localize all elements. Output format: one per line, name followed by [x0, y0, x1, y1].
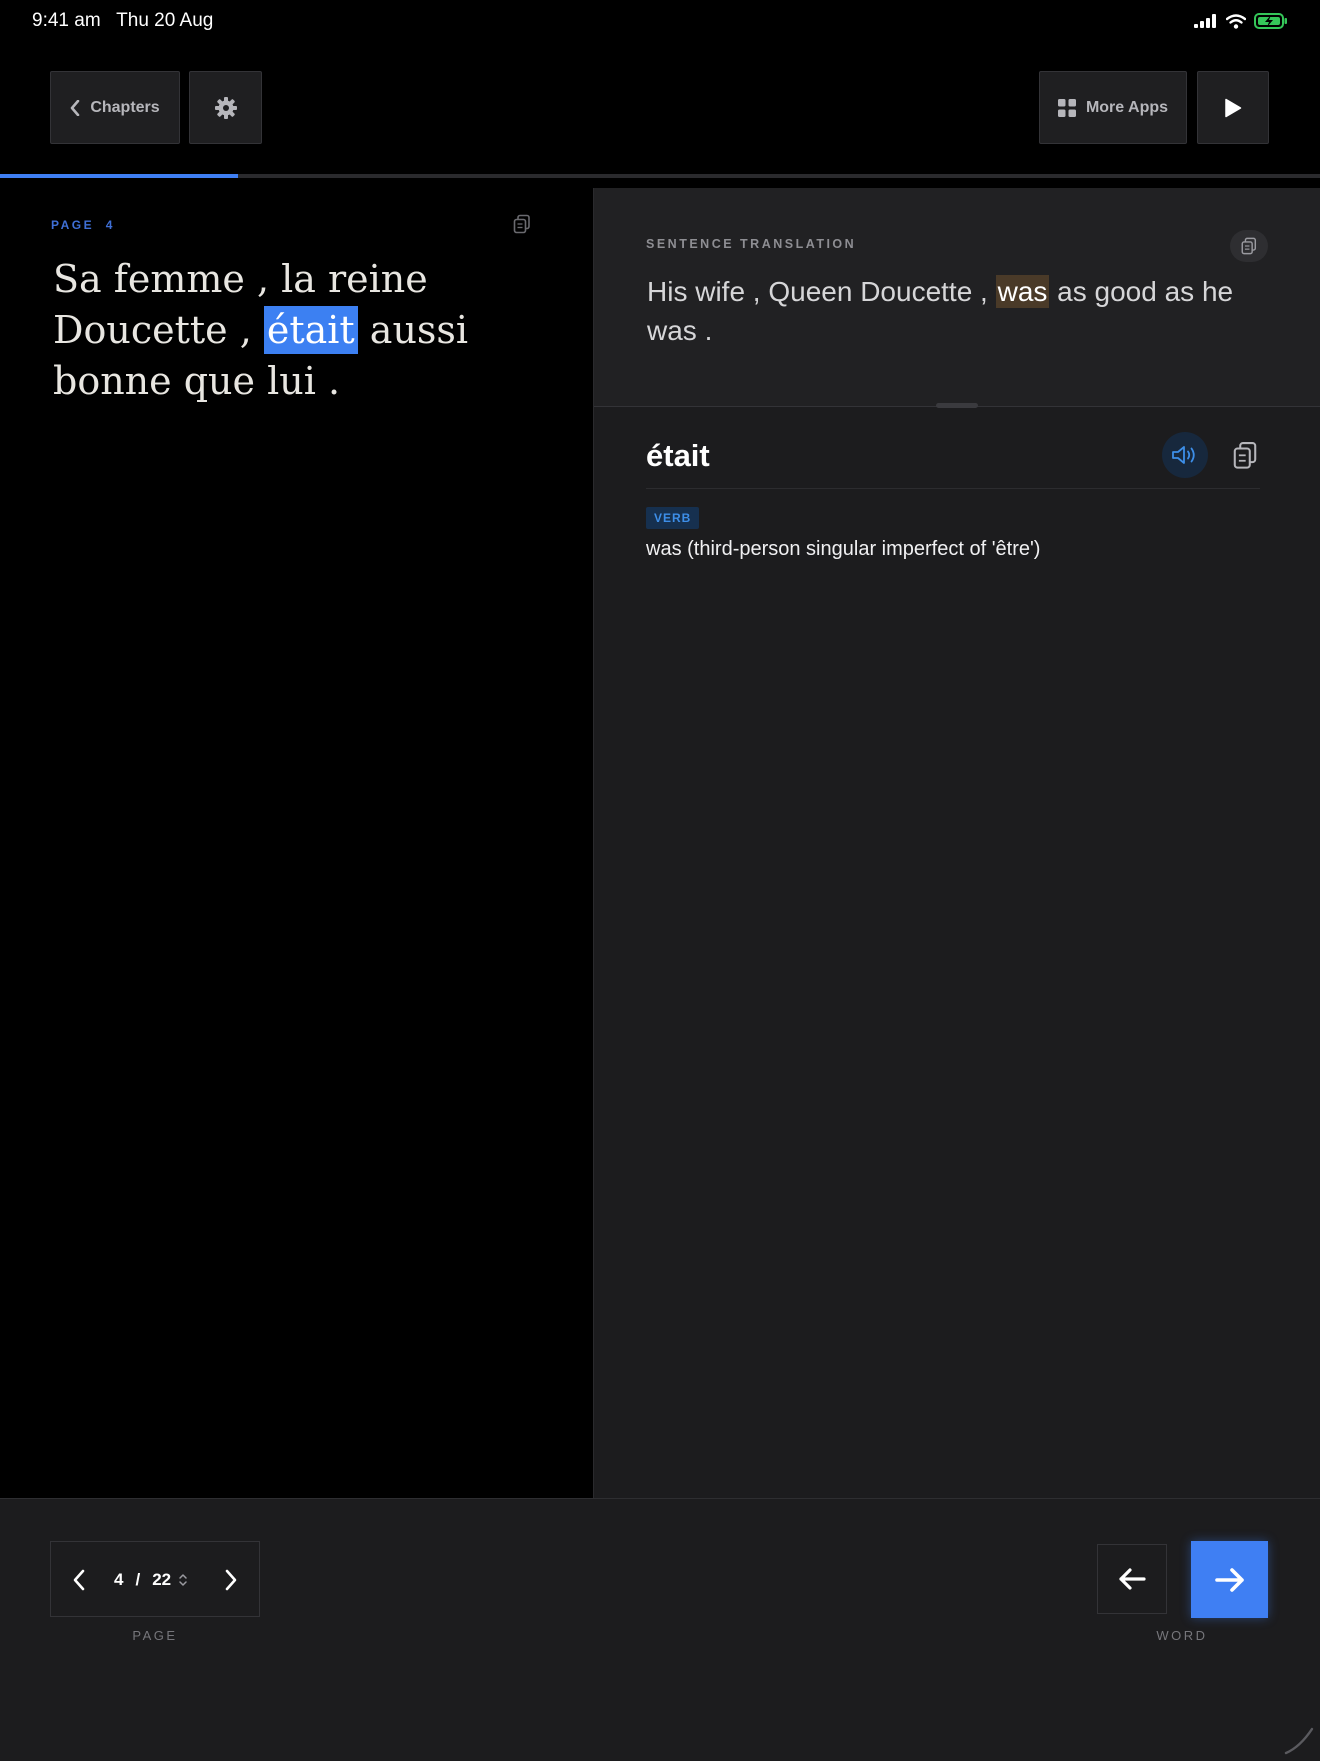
chevron-left-icon: [71, 99, 80, 116]
word-divider: [646, 488, 1260, 489]
copy-icon: [1241, 237, 1257, 255]
status-bar: 9:41 am Thu 20 Aug: [0, 0, 1320, 44]
word-definition: was (third-person singular imperfect of …: [646, 538, 1041, 560]
chapters-label: Chapters: [90, 98, 160, 116]
play-button[interactable]: [1197, 71, 1269, 144]
grid-icon: [1057, 98, 1076, 117]
speaker-icon: [1172, 446, 1195, 464]
total-pages: 22: [152, 1570, 172, 1589]
sentence-translation-section: SENTENCE TRANSLATION His wife , Queen Do…: [594, 188, 1320, 407]
previous-page-icon[interactable]: [72, 1569, 86, 1591]
play-icon: [1225, 98, 1242, 117]
word-copy-icon[interactable]: [1231, 441, 1259, 471]
chapters-button[interactable]: Chapters: [50, 71, 180, 144]
gear-icon: [214, 96, 237, 119]
status-icons: [1194, 10, 1288, 32]
pencil-indicator-icon: [1284, 1727, 1314, 1755]
page-separator: /: [135, 1570, 141, 1589]
previous-word-button[interactable]: [1097, 1544, 1167, 1614]
next-page-icon[interactable]: [224, 1569, 238, 1591]
settings-button[interactable]: [189, 71, 262, 144]
translation-text-before: His wife , Queen Doucette ,: [647, 276, 996, 307]
selected-word[interactable]: était: [263, 306, 358, 354]
status-date: Thu 20 Aug: [116, 10, 214, 31]
source-sentence: Sa femme , la reine Doucette , était aus…: [53, 254, 493, 407]
more-apps-label: More Apps: [1085, 98, 1169, 116]
arrow-left-icon: [1119, 1568, 1146, 1590]
more-apps-button[interactable]: More Apps: [1039, 71, 1187, 144]
cellular-signal-icon: [1194, 14, 1216, 28]
bottom-navigation-bar: 4 / 22 PAGE WORD: [0, 1498, 1320, 1761]
wifi-icon: [1226, 13, 1246, 29]
arrow-right-icon: [1214, 1567, 1244, 1592]
current-page: 4: [114, 1570, 124, 1589]
resize-handle[interactable]: [936, 403, 978, 408]
page-selector[interactable]: 4 / 22: [114, 1569, 188, 1591]
translation-highlighted-word: was: [995, 275, 1050, 308]
part-of-speech-badge: VERB: [646, 507, 700, 529]
status-time: 9:41 am: [32, 10, 101, 31]
source-text-pane: PAGE 4 Sa femme , la reine Doucette , ét…: [0, 178, 593, 1498]
next-word-button[interactable]: [1191, 1541, 1268, 1618]
page-label: PAGE 4: [51, 218, 115, 232]
sentence-translation-label: SENTENCE TRANSLATION: [646, 237, 857, 251]
word-label-bottom: WORD: [1156, 1628, 1208, 1643]
status-time-date: 9:41 am Thu 20 Aug: [32, 10, 213, 32]
chevron-updown-icon: [179, 1574, 187, 1586]
battery-charging-icon: [1254, 13, 1287, 29]
translation-copy-button[interactable]: [1230, 230, 1268, 262]
page-navigator: 4 / 22: [50, 1541, 260, 1617]
copy-icon[interactable]: [512, 214, 532, 234]
pronounce-button[interactable]: [1162, 432, 1208, 478]
word-title: était: [646, 438, 710, 473]
sentence-translation-text: His wife , Queen Doucette , was as good …: [647, 272, 1267, 350]
translation-pane: SENTENCE TRANSLATION His wife , Queen Do…: [593, 188, 1320, 1498]
page-label-bottom: PAGE: [132, 1628, 178, 1643]
